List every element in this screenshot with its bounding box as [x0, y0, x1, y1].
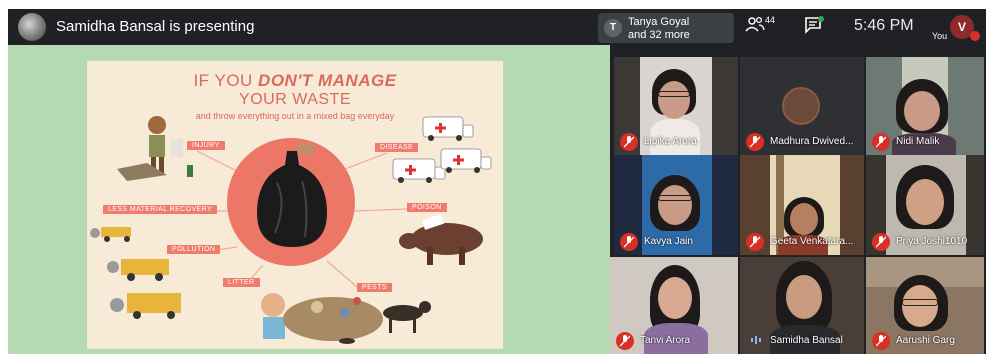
participant-tile[interactable]: Nidi Malik	[866, 57, 984, 155]
chip-primary-name: Tanya Goyal	[628, 16, 690, 28]
presenter-avatar	[18, 13, 46, 41]
participant-grid: Lipika Arora Madhura Dwived... Nidi Mali…	[610, 45, 986, 354]
mic-off-indicator	[620, 233, 638, 251]
mic-off-indicator	[620, 133, 638, 151]
mic-off-indicator	[872, 233, 890, 251]
mic-off-indicator	[616, 332, 634, 350]
mic-off-indicator	[746, 133, 764, 151]
mic-off-indicator	[872, 332, 890, 350]
chip-more-count: and 32 more	[628, 29, 690, 41]
self-muted-indicator	[970, 31, 980, 41]
people-icon	[745, 16, 765, 32]
you-label: You	[932, 31, 948, 41]
participant-tile[interactable]: Kavya Jain	[614, 155, 738, 255]
meeting-top-bar: Samidha Bansal is presenting T Tanya Goy…	[8, 9, 986, 45]
participant-tile[interactable]: Madhura Dwived...	[740, 57, 864, 155]
participant-tile[interactable]: Tanvi Arora	[610, 257, 738, 354]
participant-name: Tanvi Arora	[640, 335, 691, 346]
participant-name: Geeta Venkatara...	[770, 236, 854, 247]
participant-name: Priya Joshi1010	[896, 236, 968, 247]
chat-unread-dot	[818, 16, 824, 22]
presenter-title: Samidha Bansal is presenting	[56, 18, 255, 35]
mic-off-indicator	[746, 233, 764, 251]
speaking-indicator	[746, 332, 764, 350]
presented-slide: IF YOU DON'T MANAGE YOUR WASTE and throw…	[87, 61, 503, 349]
participant-name: Kavya Jain	[644, 236, 693, 247]
mic-off-indicator	[872, 133, 890, 151]
participant-tile[interactable]: Geeta Venkatara...	[740, 155, 864, 255]
participant-name: Aarushi Garg	[896, 335, 955, 346]
participants-chip[interactable]: T Tanya Goyal and 32 more	[598, 13, 734, 43]
participant-tile[interactable]: Aarushi Garg	[866, 257, 984, 354]
chat-button[interactable]	[804, 16, 826, 38]
participant-tile[interactable]: Samidha Bansal	[740, 257, 864, 354]
participant-initial-badge: T	[604, 19, 622, 37]
participant-name: Lipika Arora	[644, 136, 697, 147]
participant-tile[interactable]: Lipika Arora	[614, 57, 738, 155]
people-button[interactable]: 44	[745, 15, 781, 38]
participant-name: Madhura Dwived...	[770, 136, 854, 147]
slide-illustrations	[90, 116, 492, 344]
participant-name: Samidha Bansal	[770, 335, 843, 346]
participant-tile[interactable]: Priya Joshi1010	[866, 155, 984, 255]
presentation-stage: IF YOU DON'T MANAGE YOUR WASTE and throw…	[8, 45, 610, 354]
people-count: 44	[765, 15, 776, 25]
participant-name: Nidi Malik	[896, 136, 940, 147]
meeting-clock: 5:46 PM	[854, 17, 914, 34]
